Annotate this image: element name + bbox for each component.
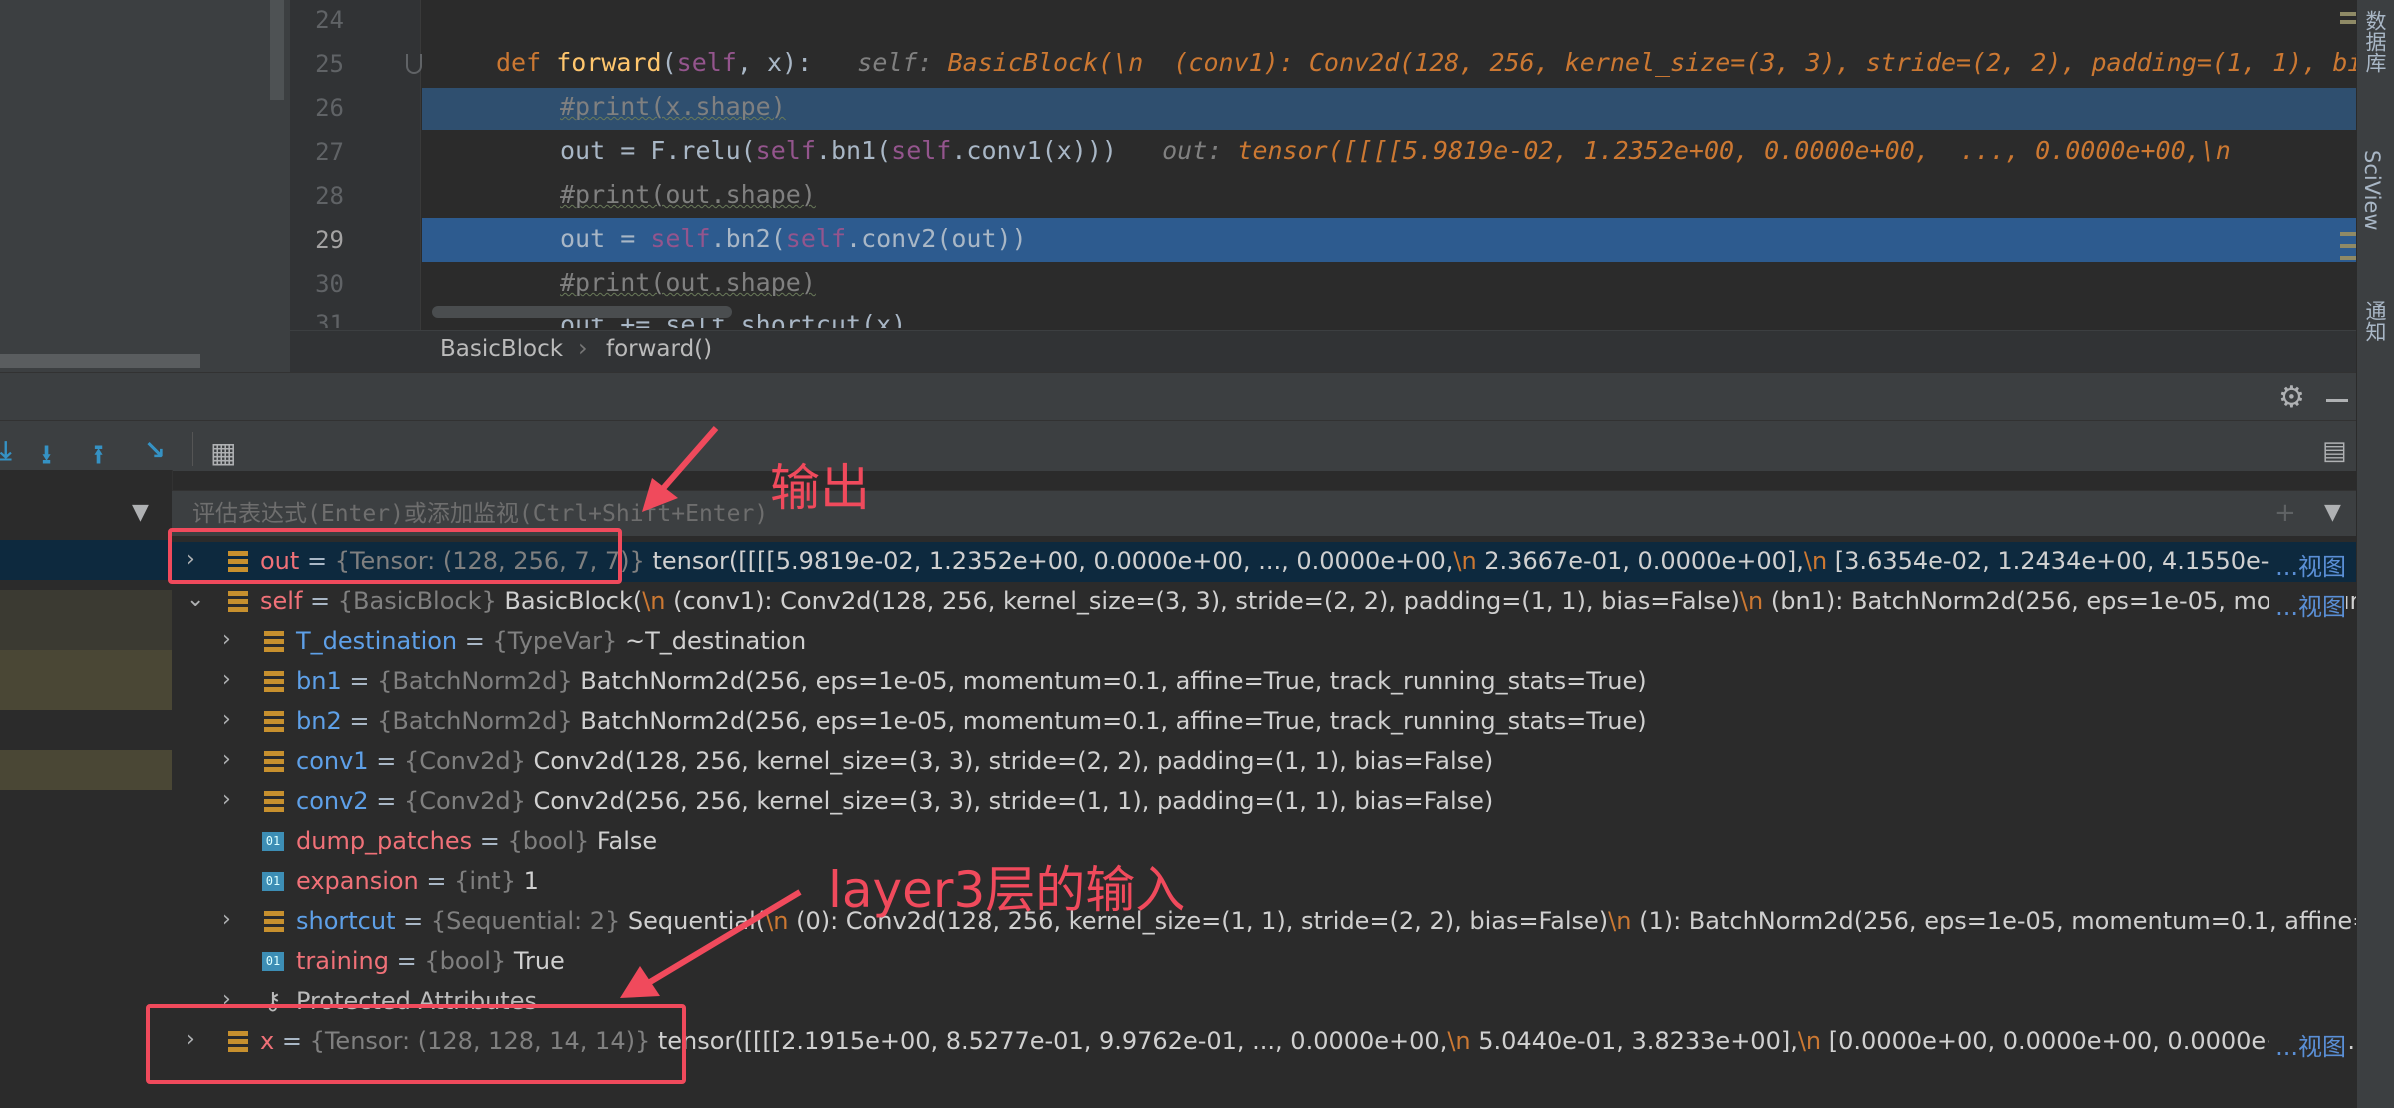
annotation-arrows [620,426,802,998]
arrowhead [642,478,678,512]
arrow-line [648,889,802,985]
arrow-line [657,426,719,494]
